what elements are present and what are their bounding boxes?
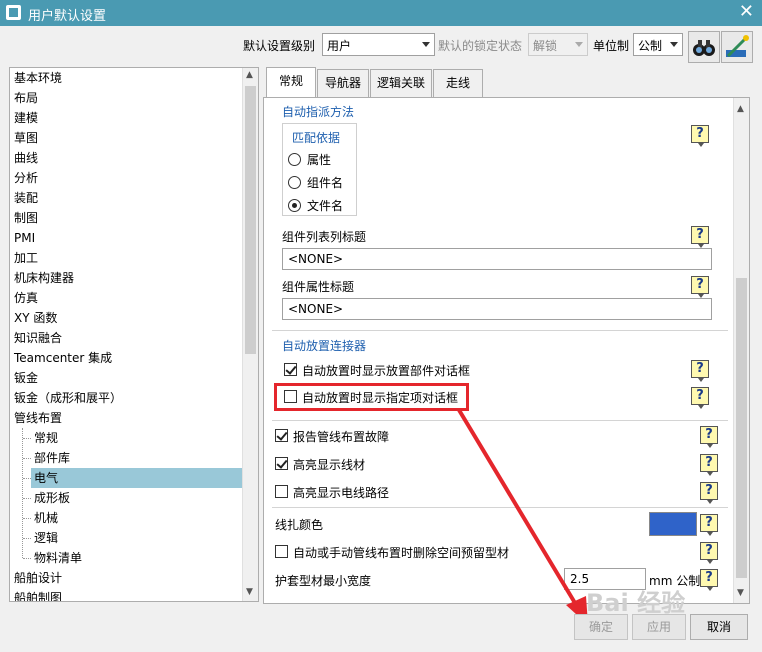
apply-button[interactable]: 应用 xyxy=(632,614,686,640)
cancel-button[interactable]: 取消 xyxy=(690,614,748,640)
watermark: Bai 经验 xyxy=(586,589,686,617)
annotation-arrow xyxy=(457,408,588,625)
ok-button[interactable]: 确定 xyxy=(574,614,628,640)
